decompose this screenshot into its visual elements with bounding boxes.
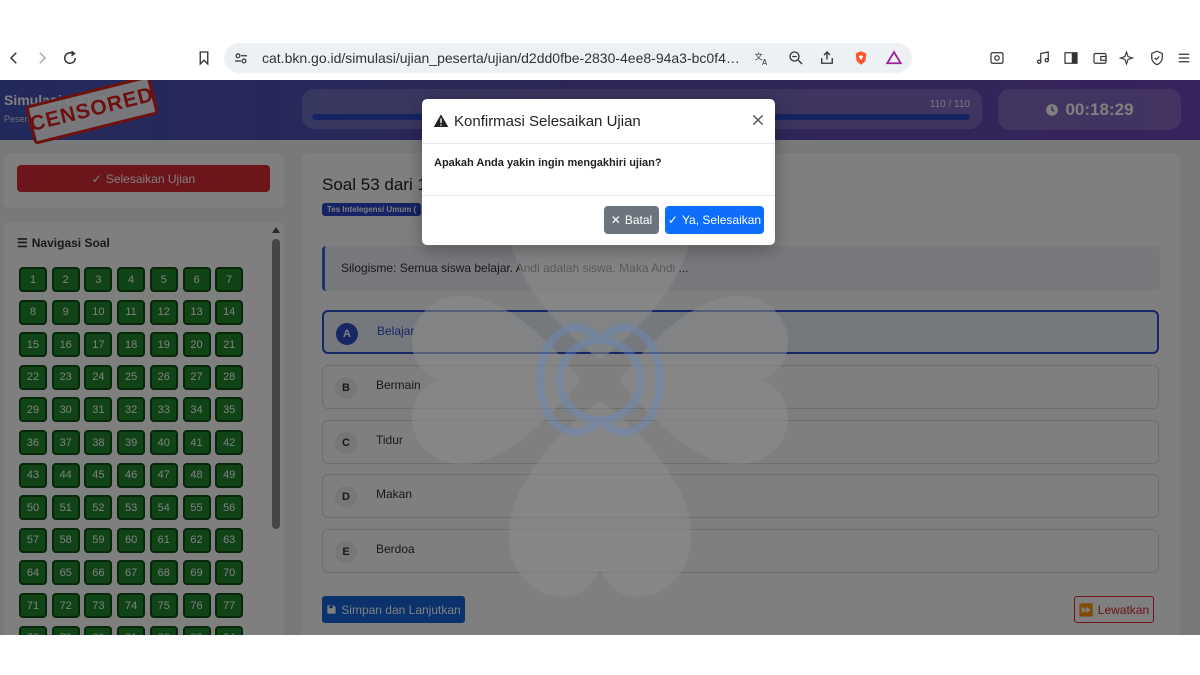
zoom-icon[interactable] [784, 46, 808, 70]
x-icon: ✕ [610, 213, 621, 227]
exam-app: Simulasi CAT SKD Peserta CENSORED 110 / … [0, 80, 1200, 635]
media-icon[interactable] [1031, 46, 1055, 70]
translate-icon[interactable]: 文A [750, 46, 774, 70]
leo-ai-icon[interactable] [1116, 46, 1140, 70]
reload-icon[interactable] [58, 46, 82, 70]
dialog-title: Konfirmasi Selesaikan Ujian [454, 113, 641, 130]
bookmark-icon[interactable] [192, 46, 216, 70]
warning-icon [433, 114, 449, 127]
dialog-footer: ✕ Batal ✓ Ya, Selesaikan [422, 195, 775, 245]
confirm-finish-dialog: Konfirmasi Selesaikan Ujian Apakah Anda … [422, 99, 775, 245]
forward-icon[interactable] [30, 46, 54, 70]
share-icon[interactable] [815, 46, 839, 70]
svg-text:A: A [762, 58, 768, 67]
url-text[interactable]: cat.bkn.go.id/simulasi/ujian_peserta/uji… [262, 50, 742, 66]
confirm-label: Ya, Selesaikan [681, 213, 762, 227]
cancel-label: Batal [624, 213, 653, 227]
screenshot-icon[interactable] [985, 46, 1009, 70]
brave-rewards-icon[interactable] [882, 46, 906, 70]
check-icon: ✓ [667, 213, 678, 227]
dialog-header: Konfirmasi Selesaikan Ujian [422, 99, 775, 144]
screen: cat.bkn.go.id/simulasi/ujian_peserta/uji… [0, 0, 1200, 675]
site-settings-icon[interactable] [229, 46, 253, 70]
menu-icon[interactable] [1172, 46, 1196, 70]
wallet-icon[interactable] [1088, 46, 1112, 70]
cancel-button[interactable]: ✕ Batal [604, 206, 659, 234]
dialog-message: Apakah Anda yakin ingin mengakhiri ujian… [434, 157, 662, 169]
address-bar[interactable]: cat.bkn.go.id/simulasi/ujian_peserta/uji… [224, 43, 912, 73]
sidebar-icon[interactable] [1059, 46, 1083, 70]
close-icon[interactable] [750, 112, 766, 128]
confirm-finish-button[interactable]: ✓ Ya, Selesaikan [665, 206, 764, 234]
vpn-icon[interactable] [1145, 46, 1169, 70]
back-icon[interactable] [2, 46, 26, 70]
brave-shield-icon[interactable] [849, 46, 873, 70]
browser-toolbar: cat.bkn.go.id/simulasi/ujian_peserta/uji… [0, 38, 1200, 80]
